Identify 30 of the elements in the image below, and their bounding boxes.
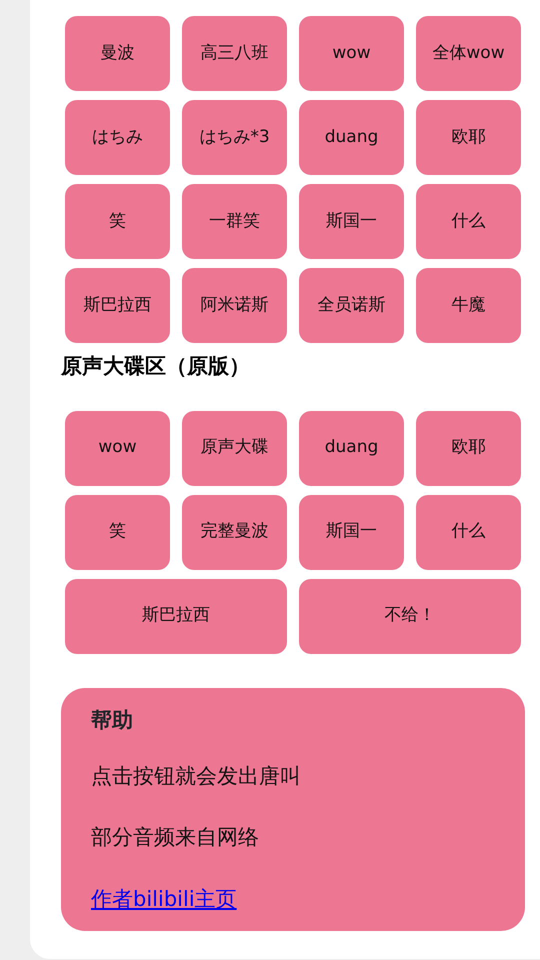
sound-button[interactable]: 原声大碟: [182, 410, 287, 486]
sound-button[interactable]: 曼波: [65, 16, 170, 91]
sound-button[interactable]: はちみ*3: [182, 100, 287, 175]
sound-button[interactable]: 全员诺斯: [299, 268, 404, 343]
sound-button[interactable]: 阿米诺斯: [182, 268, 287, 343]
sound-button[interactable]: 完整曼波: [182, 494, 287, 570]
sound-button[interactable]: wow: [299, 16, 404, 91]
sound-button[interactable]: 斯国一: [299, 494, 404, 570]
sound-button[interactable]: duang: [299, 100, 404, 175]
sound-button[interactable]: はちみ: [65, 100, 170, 175]
section-title: 原声大碟区（原版）: [61, 353, 251, 380]
sound-button[interactable]: 斯巴拉西: [65, 578, 287, 654]
help-text: 部分音频来自网络: [91, 824, 260, 852]
sound-button[interactable]: 笑: [65, 494, 170, 570]
help-title: 帮助: [91, 708, 134, 733]
sound-button[interactable]: 高三八班: [182, 16, 287, 91]
sound-button[interactable]: duang: [299, 410, 404, 486]
sound-button[interactable]: 不给！: [299, 578, 521, 654]
sound-button[interactable]: 全体wow: [416, 16, 521, 91]
help-text: 点击按钮就会发出唐叫: [91, 762, 302, 790]
sound-button[interactable]: 欧耶: [416, 100, 521, 175]
sound-button[interactable]: 牛魔: [416, 268, 521, 343]
sound-button[interactable]: wow: [65, 410, 170, 486]
sound-button[interactable]: 一群笑: [182, 184, 287, 259]
sound-button[interactable]: 斯国一: [299, 184, 404, 259]
sound-button[interactable]: 什么: [416, 494, 521, 570]
sound-button[interactable]: 斯巴拉西: [65, 268, 170, 343]
sound-button[interactable]: 什么: [416, 184, 521, 259]
sound-button[interactable]: 笑: [65, 184, 170, 259]
sound-button[interactable]: 欧耶: [416, 410, 521, 486]
